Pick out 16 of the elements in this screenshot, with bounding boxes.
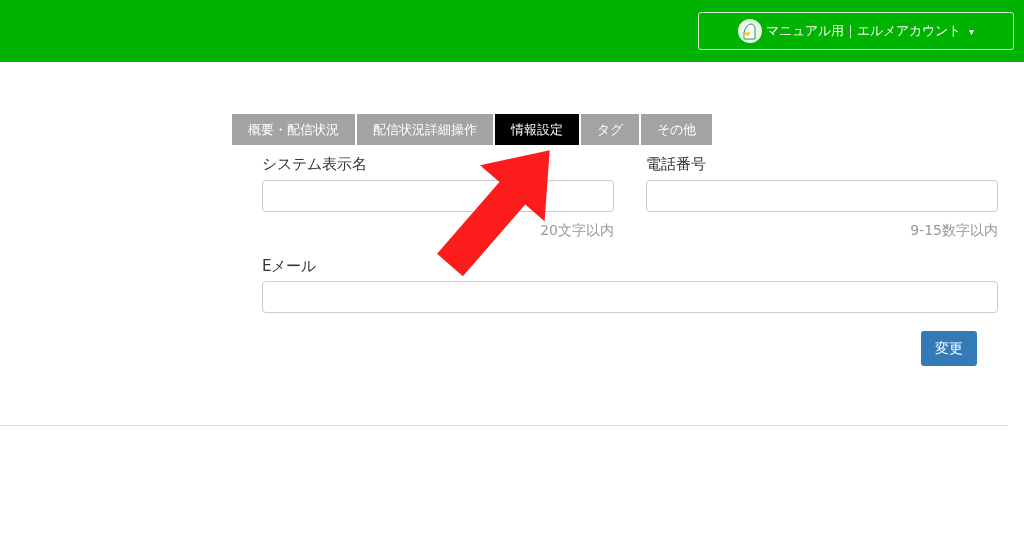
hint-text: 20文字以内	[539, 220, 614, 240]
field-label: システム表示名	[262, 154, 368, 175]
input-field[interactable]	[646, 179, 998, 212]
field-label: Eメール	[262, 255, 318, 277]
hint-text: 9-15数字以内	[909, 220, 998, 240]
account-dropdown[interactable]: マニュアル用｜エルメアカウント ▾	[698, 12, 1014, 50]
caret-icon: ▾	[969, 23, 974, 39]
tab[interactable]: その他	[641, 114, 712, 145]
tab[interactable]: 配信状況詳細操作	[357, 114, 493, 145]
avatar-icon	[738, 19, 762, 43]
tab[interactable]: 概要・配信状況	[232, 114, 355, 145]
tab[interactable]: 情報設定	[495, 114, 579, 145]
tab[interactable]: タグ	[581, 114, 639, 145]
field-label: 電話番号	[646, 154, 707, 175]
input-field[interactable]	[262, 281, 998, 313]
submit-button[interactable]: 変更	[921, 331, 977, 366]
